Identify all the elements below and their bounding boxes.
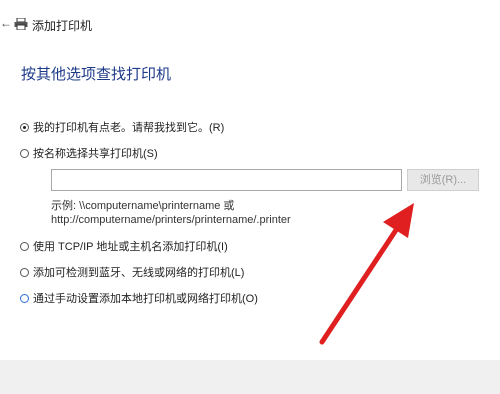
browse-button[interactable]: 浏览(R)... (407, 169, 479, 191)
option-manual-label: 通过手动设置添加本地打印机或网络打印机(O) (33, 293, 258, 305)
option-tcp-ip[interactable]: 使用 TCP/IP 地址或主机名添加打印机(I) (20, 238, 228, 254)
red-annotation-arrow (319, 203, 414, 345)
window-title: 添加打印机 (32, 19, 93, 33)
printer-icon (14, 18, 28, 30)
radio-button-focused[interactable] (20, 293, 29, 303)
radio-button-selected[interactable] (20, 122, 29, 132)
option-bluetooth-label: 添加可检测到蓝牙、无线或网络的打印机(L) (33, 267, 245, 279)
example-text: 示例: \\computername\printername 或 http://… (51, 199, 291, 227)
back-arrow-icon[interactable]: ← (0, 16, 12, 30)
option-old-printer[interactable]: 我的打印机有点老。请帮我找到它。(R) (20, 119, 224, 135)
shared-printer-name-input[interactable] (51, 169, 402, 191)
option-tcp-ip-label: 使用 TCP/IP 地址或主机名添加打印机(I) (33, 241, 228, 253)
option-shared-printer-by-name[interactable]: 按名称选择共享打印机(S) (20, 145, 158, 161)
dialog-footer (0, 360, 500, 394)
radio-button[interactable] (20, 148, 29, 158)
option-shared-printer-label: 按名称选择共享打印机(S) (33, 148, 158, 160)
radio-button[interactable] (20, 241, 29, 251)
page-heading: 按其他选项查找打印机 (21, 66, 172, 83)
title-bar: ← 添加打印机 (0, 0, 500, 44)
option-bluetooth-wireless-network[interactable]: 添加可检测到蓝牙、无线或网络的打印机(L) (20, 264, 244, 280)
option-manual-local-or-network[interactable]: 通过手动设置添加本地打印机或网络打印机(O) (20, 290, 258, 306)
option-old-printer-label: 我的打印机有点老。请帮我找到它。(R) (33, 122, 225, 134)
radio-button[interactable] (20, 267, 29, 277)
example-line-1: 示例: \\computername\printername 或 (51, 200, 235, 212)
example-line-2: http://computername/printers/printername… (51, 214, 291, 226)
